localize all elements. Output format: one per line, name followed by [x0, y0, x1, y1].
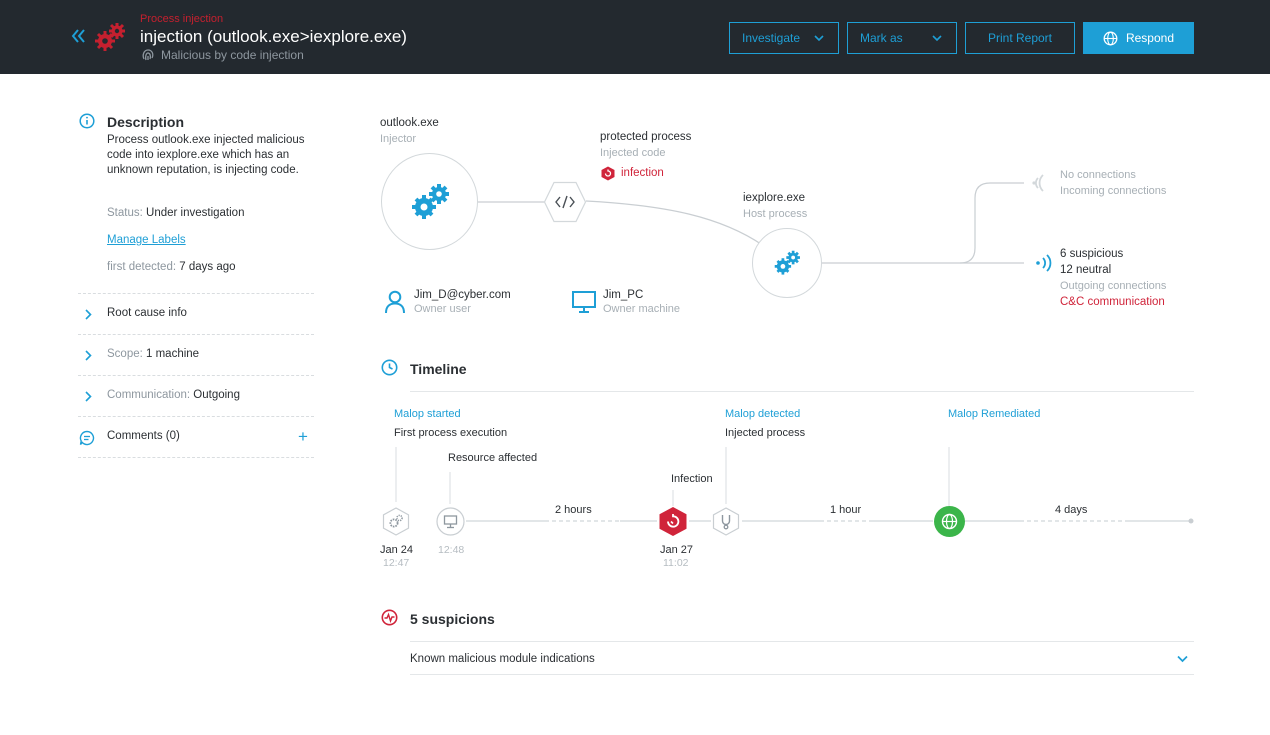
gears-icon [411, 183, 449, 219]
user-icon [385, 290, 405, 314]
suspicion-label: Known malicious module indications [410, 653, 595, 665]
protected-process-title: protected process [600, 131, 692, 143]
communication-row[interactable]: Communication: Outgoing [78, 375, 314, 416]
duration-label: 2 hours [555, 504, 592, 516]
malop-remediated-label: Malop Remediated [948, 408, 1041, 420]
timeline-time: 12:48 [438, 544, 465, 556]
communication-text: Communication: Outgoing [107, 389, 240, 401]
duration-label: 4 days [1055, 504, 1088, 516]
duration-label: 1 hour [830, 504, 862, 516]
incoming-signal-icon [1032, 174, 1044, 192]
host-process-node[interactable] [752, 228, 822, 298]
timeline-time: 11:02 [663, 557, 689, 569]
chevron-right-icon [85, 350, 92, 361]
communication-label: Communication: [107, 389, 191, 401]
remediation-event-icon[interactable] [933, 505, 966, 538]
process-start-event-icon[interactable] [382, 507, 410, 536]
suspicions-title: 5 suspicions [410, 611, 495, 627]
scope-row[interactable]: Scope: 1 machine [78, 334, 314, 375]
host-process-name: iexplore.exe [743, 192, 806, 204]
monitor-icon [572, 291, 596, 313]
injector-process-node[interactable] [381, 153, 478, 250]
scope-label: Scope: [107, 348, 143, 360]
timeline-date: Jan 27 [660, 544, 694, 556]
timeline-track [395, 447, 1194, 524]
resource-affected-label: Resource affected [448, 452, 538, 464]
outgoing-connections-label: Outgoing connections [1060, 280, 1167, 292]
scope-text: Scope: 1 machine [107, 348, 199, 360]
incoming-connections-label: Incoming connections [1060, 185, 1167, 197]
infection-event-label: Infection [671, 473, 713, 485]
owner-machine-role: Owner machine [603, 303, 681, 315]
owner-machine-name[interactable]: Jim_PC [603, 289, 643, 301]
timeline-divider [410, 391, 1194, 392]
malop-detected-label: Malop detected [725, 408, 801, 420]
timeline-date: Jan 24 [380, 544, 414, 556]
infection-shield-icon [601, 166, 615, 181]
infection-label: infection [621, 167, 664, 179]
no-connections-label: No connections [1060, 169, 1136, 181]
comment-icon [79, 430, 95, 446]
first-execution-label: First process execution [394, 427, 508, 439]
add-comment-icon[interactable]: + [298, 427, 308, 447]
sidebar-divider [78, 457, 314, 458]
chevron-down-icon[interactable] [1177, 655, 1188, 663]
timeline-time: 12:47 [383, 557, 410, 569]
injector-name: outlook.exe [380, 117, 439, 129]
communication-value: Outgoing [193, 389, 240, 401]
clock-icon [381, 359, 398, 376]
owner-user-name[interactable]: Jim_D@cyber.com [414, 289, 511, 301]
host-process-role: Host process [743, 208, 808, 220]
injected-code-label: Injected code [600, 147, 666, 159]
scope-value: 1 machine [146, 348, 200, 360]
suspicious-count: 6 suspicious [1060, 248, 1124, 260]
gears-icon [774, 250, 800, 275]
comments-label: Comments (0) [107, 430, 180, 442]
resource-event-icon[interactable] [436, 507, 465, 536]
injector-role: Injector [380, 133, 417, 145]
malop-started-label: Malop started [394, 408, 461, 420]
neutral-count: 12 neutral [1060, 264, 1112, 276]
suspicion-pulse-icon [381, 609, 398, 626]
owner-user-role: Owner user [414, 303, 471, 315]
cnc-communication-label[interactable]: C&C communication [1060, 296, 1165, 308]
detection-event-icon[interactable] [712, 507, 740, 536]
injected-process-label: Injected process [725, 427, 806, 439]
chevron-right-icon [85, 391, 92, 402]
outgoing-signal-icon [1036, 254, 1052, 272]
timeline-title: Timeline [410, 361, 467, 377]
infection-event-icon[interactable] [658, 506, 688, 537]
comments-row[interactable]: Comments (0) + [78, 416, 314, 457]
code-injection-hex-icon[interactable] [543, 181, 587, 223]
suspicion-row[interactable]: Known malicious module indications [410, 641, 1194, 675]
